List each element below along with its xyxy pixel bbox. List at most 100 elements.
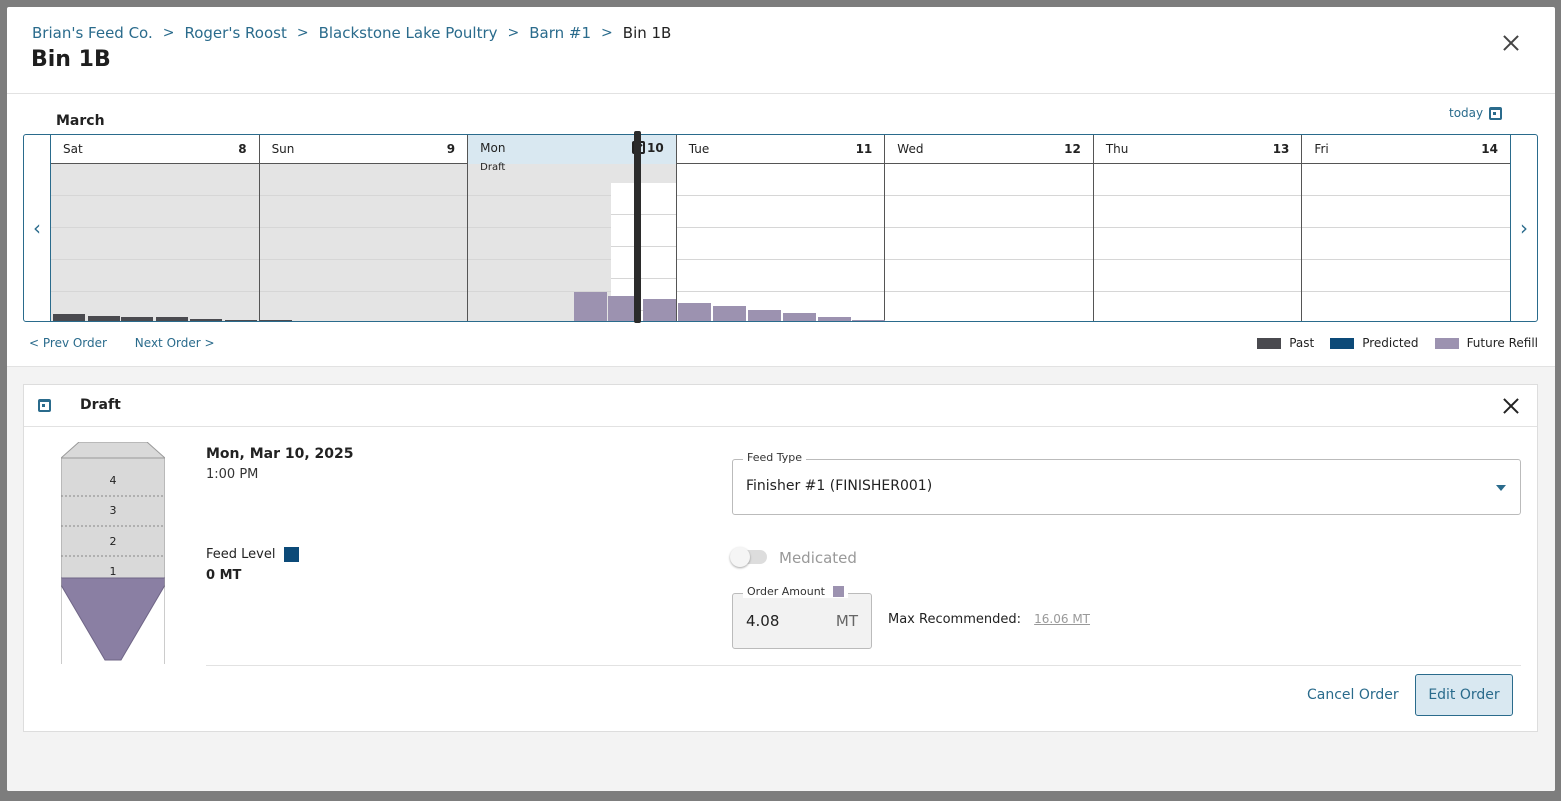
prev-order-link[interactable]: < Prev Order: [29, 336, 107, 350]
legend-label-past: Past: [1289, 336, 1315, 350]
page-title: Bin 1B: [31, 47, 111, 72]
day-body: [51, 164, 259, 321]
feed-level-bar: [260, 320, 292, 321]
day-body: [259, 164, 468, 321]
breadcrumb-link-barn[interactable]: Barn #1: [529, 24, 591, 42]
day-number: 13: [1272, 142, 1290, 156]
day-column-thu[interactable]: Thu 13: [1093, 135, 1303, 321]
legend-label-future-refill: Future Refill: [1466, 336, 1538, 350]
legend-label-predicted: Predicted: [1362, 336, 1419, 350]
draft-card-title: Draft: [80, 397, 121, 413]
day-name: Sat: [63, 142, 83, 156]
breadcrumb-separator: >: [601, 25, 613, 41]
breadcrumb-separator: >: [296, 25, 309, 41]
breadcrumb: Brian's Feed Co. > Roger's Roost > Black…: [32, 24, 671, 42]
day-column-sat[interactable]: Sat 8: [51, 135, 260, 321]
feed-level-swatch: [284, 547, 300, 562]
breadcrumb-link-poultry[interactable]: Blackstone Lake Poultry: [319, 24, 498, 42]
medicated-toggle[interactable]: [730, 547, 767, 567]
day-column-wed[interactable]: Wed 12: [885, 135, 1094, 321]
close-draft-icon[interactable]: [1503, 398, 1519, 414]
breadcrumb-separator: >: [507, 25, 520, 41]
day-column-sun[interactable]: Sun 9: [259, 135, 469, 321]
feed-type-label: Feed Type: [743, 451, 807, 464]
day-name: Mon: [480, 141, 506, 155]
order-amount-swatch: [832, 586, 844, 597]
chart-legend: Past Predicted Future Refill: [1257, 336, 1538, 350]
feed-level-bar: [88, 316, 120, 321]
day-name: Sun: [271, 142, 295, 156]
order-amount-unit: MT: [835, 612, 858, 630]
silo-level-4: 4: [109, 474, 117, 487]
breadcrumb-separator: >: [162, 25, 175, 41]
cancel-order-button[interactable]: Cancel Order: [1307, 687, 1399, 703]
current-time-marker[interactable]: [634, 131, 641, 323]
legend-item-predicted: Predicted: [1330, 336, 1419, 350]
feed-level-bar: [121, 317, 153, 321]
feed-level-bar: [852, 320, 885, 321]
order-amount-value: 4.08: [746, 612, 780, 630]
draft-tag: Draft: [480, 162, 506, 173]
draft-order-card: Draft 4 3 2 1 Mon, Mar 10, 2025 1:00 PM …: [23, 384, 1538, 732]
order-navigation: < Prev Order Next Order >: [29, 336, 239, 350]
legend-swatch-past: [1257, 337, 1282, 349]
legend-item-past: Past: [1257, 336, 1314, 350]
day-body: [676, 164, 885, 321]
feed-level-bar: [678, 303, 711, 321]
silo-level-1: 1: [109, 565, 117, 578]
feed-level-bar: [225, 320, 257, 321]
legend-swatch-future-refill: [1434, 337, 1459, 349]
day-number-text: 10: [647, 141, 664, 155]
day-name: Fri: [1314, 142, 1329, 156]
day-body: [1093, 164, 1302, 321]
feed-level-bar: [190, 319, 222, 321]
day-name: Tue: [688, 142, 710, 156]
silo-level-3: 3: [109, 504, 117, 517]
breadcrumb-link-feed-co[interactable]: Brian's Feed Co.: [32, 24, 153, 42]
order-details-section: Draft 4 3 2 1 Mon, Mar 10, 2025 1:00 PM …: [7, 366, 1555, 791]
day-name: Wed: [897, 142, 924, 156]
timeline-prev-arrow[interactable]: ‹: [24, 135, 51, 321]
order-date: Mon, Mar 10, 2025: [206, 446, 354, 462]
feed-level-value: 0 MT: [206, 568, 242, 583]
today-button[interactable]: today: [1449, 106, 1503, 120]
breadcrumb-current: Bin 1B: [622, 24, 672, 42]
feed-level-bar: [748, 310, 781, 321]
feed-level-bar: [713, 306, 746, 321]
legend-swatch-predicted: [1330, 337, 1355, 349]
day-body: [1302, 164, 1510, 321]
feed-timeline: ‹ Sat 8 Sun 9 Mon 10 Draft Tue 11 Wed 12 Thu 13 Fri 14…: [23, 131, 1538, 323]
feed-level-bar: [53, 314, 85, 321]
draft-card-header: Draft: [24, 385, 1537, 427]
day-header: Fri 14: [1302, 135, 1510, 164]
day-body: [885, 164, 1093, 321]
day-column-mon[interactable]: Mon 10 Draft: [468, 135, 677, 321]
calendar-icon: [1489, 106, 1503, 120]
card-divider: [206, 665, 1521, 666]
day-column-tue[interactable]: Tue 11: [676, 135, 886, 321]
day-number: 12: [1064, 142, 1081, 156]
day-header: Thu 13: [1093, 135, 1302, 164]
max-recommended-label: Max Recommended:: [888, 612, 1022, 627]
order-amount-label-text: Order Amount: [747, 585, 825, 598]
feed-level-label: Feed Level: [206, 547, 300, 562]
edit-order-button[interactable]: Edit Order: [1415, 674, 1513, 716]
month-label: March: [56, 113, 105, 129]
next-order-link[interactable]: Next Order >: [135, 336, 215, 350]
max-recommended-link[interactable]: 16.06 MT: [1034, 612, 1090, 626]
order-amount-label: Order Amount: [743, 585, 848, 598]
today-label: today: [1449, 106, 1484, 120]
chevron-left-icon: ‹: [33, 216, 41, 240]
feed-type-select[interactable]: Feed Type Finisher #1 (FINISHER001): [732, 451, 1521, 515]
order-time: 1:00 PM: [206, 467, 259, 482]
caret-down-icon: [1496, 485, 1506, 491]
modal-header: Brian's Feed Co. > Roger's Roost > Black…: [7, 7, 1555, 94]
timeline-next-arrow[interactable]: ›: [1510, 135, 1537, 321]
order-amount-field[interactable]: Order Amount 4.08 MT: [732, 585, 872, 649]
close-modal-icon[interactable]: [1503, 35, 1519, 51]
feed-level-bar: [156, 317, 188, 321]
day-number: 8: [238, 142, 247, 156]
bin-modal: Brian's Feed Co. > Roger's Roost > Black…: [7, 7, 1555, 791]
day-column-fri[interactable]: Fri 14: [1302, 135, 1511, 321]
breadcrumb-link-roost[interactable]: Roger's Roost: [184, 24, 286, 42]
